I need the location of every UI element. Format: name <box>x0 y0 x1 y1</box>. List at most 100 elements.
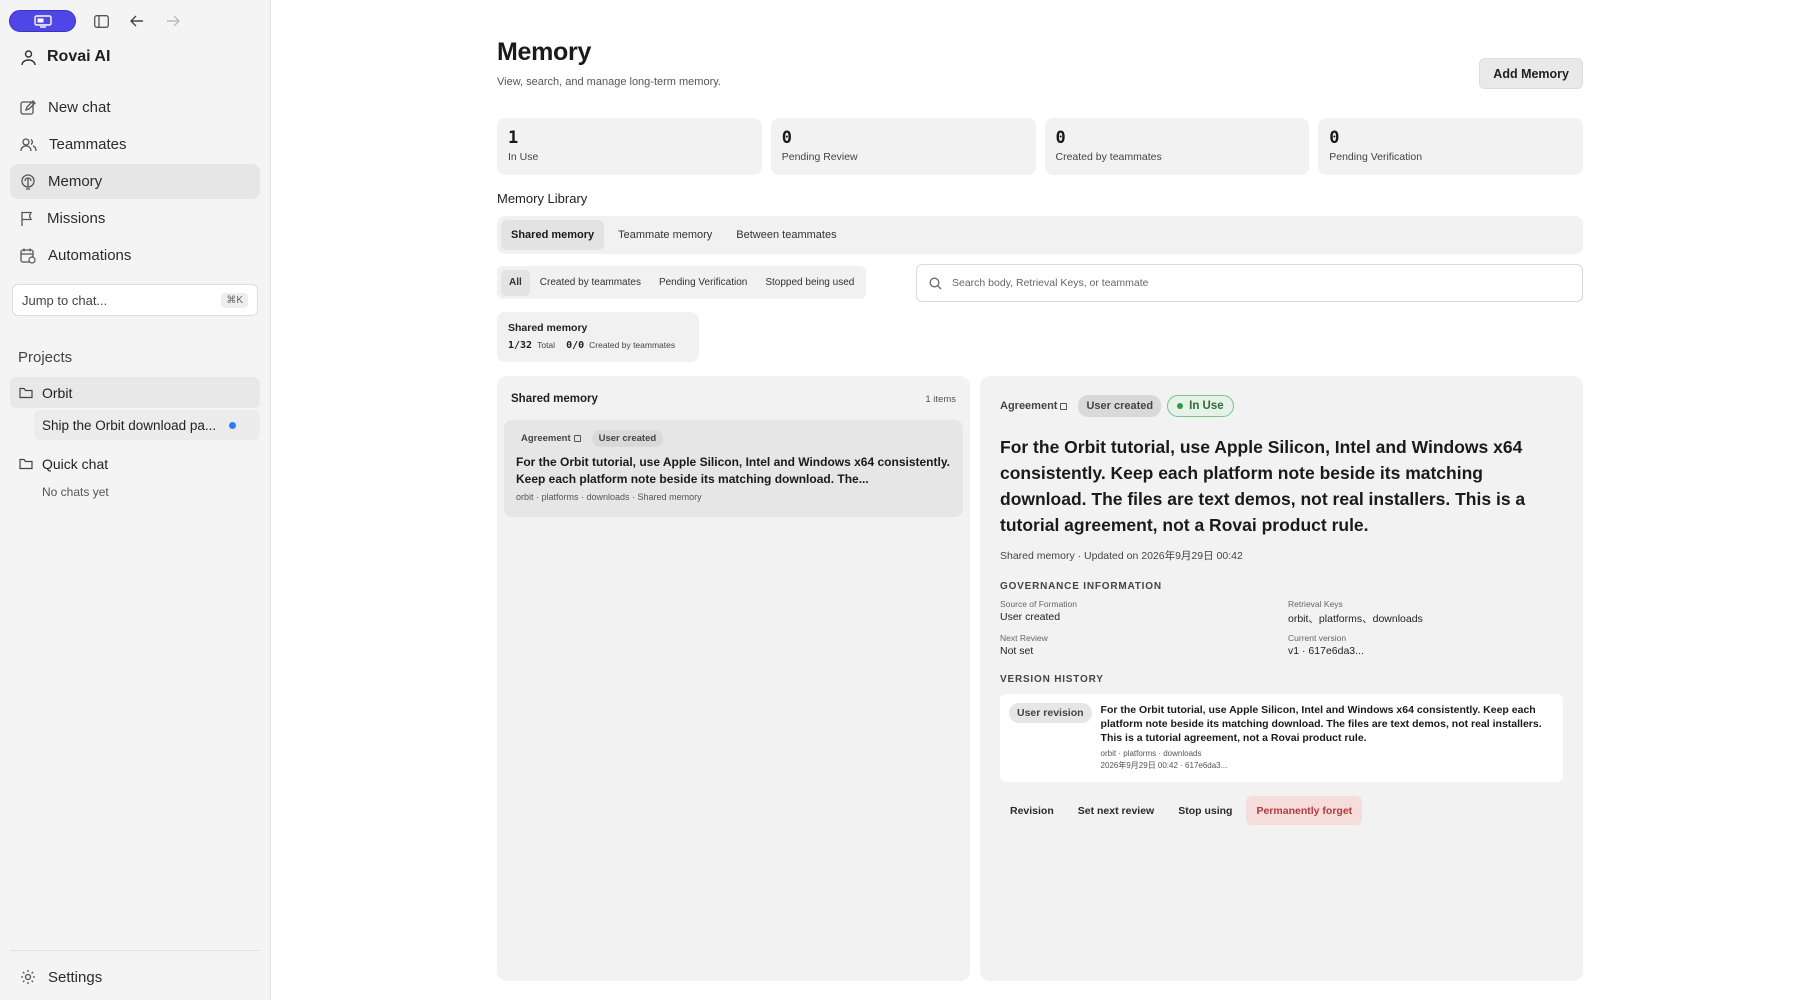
stat-label: In Use <box>508 151 539 163</box>
search-input[interactable] <box>952 277 1552 289</box>
tab-teammate-memory[interactable]: Teammate memory <box>608 220 722 250</box>
screen-icon <box>33 14 52 28</box>
sidebar-nav: New chat Teammates Memory Missions Autom… <box>10 90 260 275</box>
stat-card: 0 Pending Verification <box>1318 118 1583 175</box>
shortcut-badge: ⌘K <box>221 292 248 308</box>
sidebar-toggle-icon[interactable] <box>90 10 112 32</box>
gov-key: Source of Formation <box>1000 599 1078 609</box>
version-history-heading: VERSION HISTORY <box>1000 674 1104 685</box>
nav-missions[interactable]: Missions <box>10 201 260 236</box>
add-memory-button[interactable]: Add Memory <box>1479 58 1583 89</box>
list-header: Shared memory 1 items <box>511 393 956 405</box>
nav-teammates[interactable]: Teammates <box>10 127 260 162</box>
filter-stopped-being-used[interactable]: Stopped being used <box>757 270 862 296</box>
memory-list-item[interactable]: Agreement User created For the Orbit tut… <box>504 420 963 517</box>
permanently-forget-button[interactable]: Permanently forget <box>1246 796 1363 825</box>
person-pin-icon <box>21 49 36 65</box>
created-label: Created by teammates <box>589 340 676 350</box>
stat-value: 1 <box>508 128 519 148</box>
stat-label: Created by teammates <box>1055 151 1162 163</box>
memory-detail-panel: Agreement User created In Use For the Or… <box>980 376 1583 981</box>
stat-card: 0 Created by teammates <box>1044 118 1310 175</box>
gov-value: User created <box>1000 611 1061 623</box>
item-count: 1 items <box>925 393 956 405</box>
version-keys: orbit · platforms · downloads <box>1100 749 1202 758</box>
governance-grid: Source of Formation User created Retriev… <box>1000 599 1565 657</box>
new-chat-icon <box>20 99 36 115</box>
nav-automations[interactable]: Automations <box>10 238 260 273</box>
status-label: In Use <box>1189 400 1224 412</box>
project-name: Quick chat <box>42 455 109 472</box>
stat-label: Pending Verification <box>1329 151 1423 163</box>
stop-using-button[interactable]: Stop using <box>1168 796 1242 825</box>
detail-actions: Revision Set next review Stop using Perm… <box>1000 796 1363 825</box>
app-brand: Rovai AI <box>20 48 110 66</box>
nav-label: New chat <box>48 99 111 116</box>
chat-title: Ship the Orbit download pa... <box>42 417 217 433</box>
app-name: Rovai AI <box>47 48 111 65</box>
square-icon <box>1060 402 1068 410</box>
gov-value: v1 · 617e6da3... <box>1288 645 1364 657</box>
nav-label: Automations <box>48 247 132 264</box>
set-next-review-button[interactable]: Set next review <box>1068 796 1164 825</box>
memory-library-heading: Memory Library <box>497 191 588 206</box>
filter-bar: All Created by teammates Pending Verific… <box>497 266 867 299</box>
gov-value: orbit、platforms、downloads <box>1288 613 1423 625</box>
summary-counts: 1/32 Total 0/0 Created by teammates <box>508 340 688 351</box>
gov-key: Retrieval Keys <box>1288 599 1343 609</box>
summary-title: Shared memory <box>508 322 588 334</box>
stat-card: 0 Pending Review <box>770 118 1036 175</box>
type-label: Agreement <box>521 433 571 444</box>
version-meta: 2026年9月29日 00:42 · 617e6da3... <box>1100 761 1228 770</box>
gov-field: Source of Formation User created <box>1000 599 1288 626</box>
created-value: 0/0 <box>566 340 585 351</box>
memory-list-panel: Shared memory 1 items Agreement User cre… <box>497 376 970 981</box>
project-row-quick-chat[interactable]: Quick chat <box>10 448 260 479</box>
list-title: Shared memory <box>511 393 598 405</box>
folder-icon <box>19 458 33 469</box>
memory-body: For the Orbit tutorial, use Apple Silico… <box>1000 437 1526 535</box>
source-badge: User created <box>1078 395 1162 417</box>
type-badge: Agreement <box>1000 397 1072 415</box>
revision-button[interactable]: Revision <box>1000 796 1064 825</box>
nav-new-chat[interactable]: New chat <box>10 90 260 125</box>
automations-icon <box>20 248 36 264</box>
jump-to-chat-button[interactable]: Jump to chat... ⌘K <box>12 284 258 316</box>
library-tabs: Shared memory Teammate memory Between te… <box>497 216 1583 254</box>
square-icon <box>573 435 581 442</box>
page-subtitle: View, search, and manage long-term memor… <box>497 76 721 88</box>
item-badges: Agreement User created <box>516 430 951 447</box>
flag-icon <box>21 211 32 226</box>
status-badge: In Use <box>1167 395 1234 417</box>
project-row-orbit[interactable]: Orbit <box>10 377 260 408</box>
nav-label: Teammates <box>49 136 127 153</box>
tab-shared-memory[interactable]: Shared memory <box>501 220 605 250</box>
settings-button[interactable]: Settings <box>10 960 260 994</box>
filter-created-by-teammates[interactable]: Created by teammates <box>532 270 649 296</box>
workspace-switcher-button[interactable] <box>9 10 76 32</box>
total-value: 1/32 <box>508 340 533 351</box>
forward-arrow-icon[interactable] <box>162 10 184 32</box>
revision-badge: User revision <box>1009 703 1092 723</box>
chat-item[interactable]: Ship the Orbit download pa... <box>34 410 260 440</box>
nav-memory[interactable]: Memory <box>10 164 260 199</box>
tab-between-teammates[interactable]: Between teammates <box>726 220 846 250</box>
type-label: Agreement <box>1000 400 1058 412</box>
filter-pending-verification[interactable]: Pending Verification <box>651 270 755 296</box>
divider <box>10 950 260 951</box>
gov-field: Next Review Not set <box>1000 633 1288 657</box>
page-title: Memory <box>497 38 592 66</box>
stat-value: 0 <box>781 128 792 148</box>
detail-badges: Agreement User created In Use <box>1000 395 1234 417</box>
teammates-icon <box>20 137 37 151</box>
governance-heading: GOVERNANCE INFORMATION <box>1000 581 1162 592</box>
gear-icon <box>21 970 35 984</box>
total-label: Total <box>537 340 556 350</box>
source-badge: User created <box>591 430 664 447</box>
type-badge: Agreement <box>516 430 586 447</box>
filter-all[interactable]: All <box>501 269 530 296</box>
jump-label: Jump to chat... <box>22 292 108 308</box>
gov-field: Current version v1 · 617e6da3... <box>1288 633 1565 657</box>
back-arrow-icon[interactable] <box>126 10 148 32</box>
window-toolbar <box>9 10 184 32</box>
